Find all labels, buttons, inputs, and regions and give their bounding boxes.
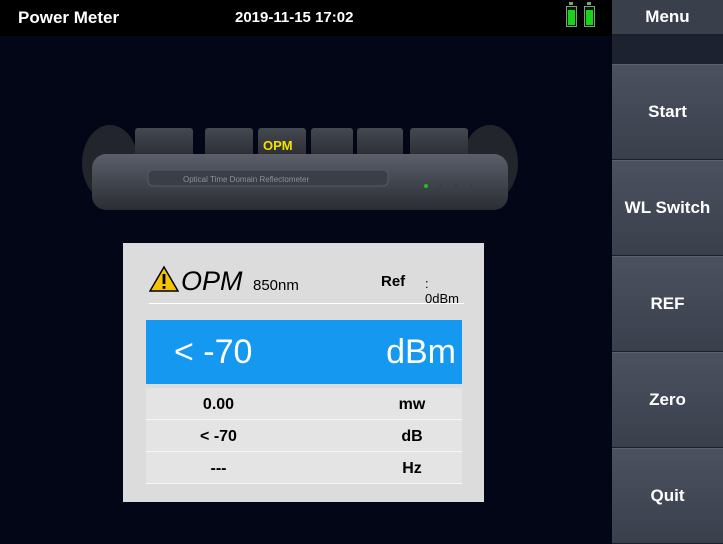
warning-icon bbox=[148, 265, 180, 298]
device-caption: Optical Time Domain Reflectometer bbox=[183, 175, 310, 184]
wavelength: 850nm bbox=[253, 277, 299, 294]
ref-label: Ref bbox=[381, 273, 406, 290]
main-reading: < -70 dBm bbox=[146, 320, 462, 384]
panel-header: OPM 850nm Ref : 0dBm bbox=[148, 265, 464, 306]
reading-value: --- bbox=[210, 460, 227, 477]
reading-value: < -70 bbox=[200, 428, 237, 445]
reading-row: 0.00 mw bbox=[146, 388, 462, 420]
reading-row: --- Hz bbox=[146, 452, 462, 484]
datetime: 2019-11-15 17:02 bbox=[235, 9, 354, 26]
main-value: < -70 bbox=[174, 333, 253, 371]
ref-value: : 0dBm bbox=[425, 276, 459, 306]
device-mode-label: OPM bbox=[263, 138, 293, 153]
ref-button[interactable]: REF bbox=[612, 256, 723, 352]
quit-button[interactable]: Quit bbox=[612, 448, 723, 544]
reading-unit: Hz bbox=[402, 460, 422, 477]
reading-unit: mw bbox=[398, 396, 426, 413]
battery-icon bbox=[584, 2, 595, 27]
reading-unit: dB bbox=[401, 428, 423, 445]
main-unit: dBm bbox=[386, 333, 456, 371]
status-bar: Power Meter 2019-11-15 17:02 bbox=[0, 0, 612, 36]
mode-title: OPM bbox=[181, 266, 243, 296]
readout-panel: OPM 850nm Ref : 0dBm < -70 dBm 0.00 mw <… bbox=[123, 243, 484, 502]
reading-value: 0.00 bbox=[202, 396, 235, 413]
app-title: Power Meter bbox=[18, 8, 120, 27]
device-illustration: OPM Optical Time Domain Reflectometer bbox=[80, 118, 520, 218]
reading-row: < -70 dB bbox=[146, 420, 462, 452]
menu-header[interactable]: Menu bbox=[612, 0, 723, 36]
wl-switch-button[interactable]: WL Switch bbox=[612, 160, 723, 256]
battery-icon bbox=[566, 2, 577, 27]
zero-button[interactable]: Zero bbox=[612, 352, 723, 448]
start-button[interactable]: Start bbox=[612, 64, 723, 160]
